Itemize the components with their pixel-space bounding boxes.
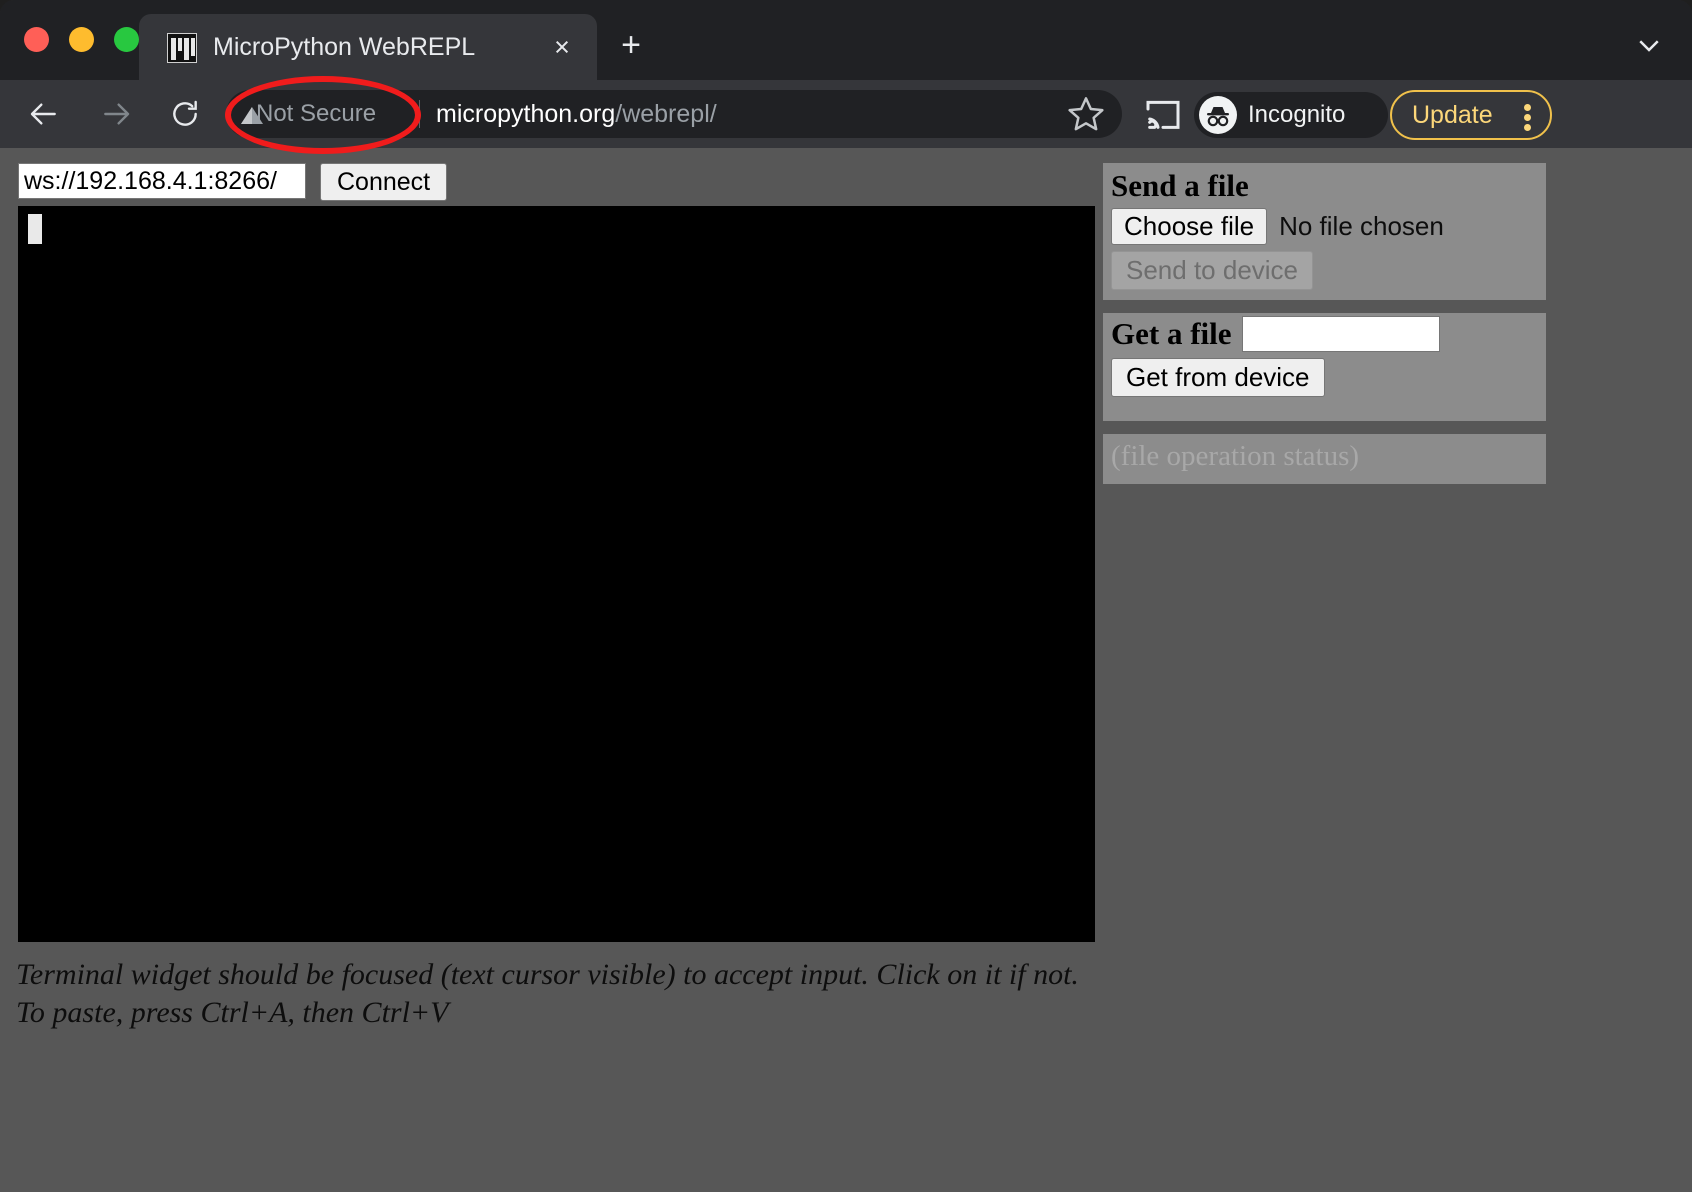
profile-label: Incognito [1248, 101, 1346, 128]
url-display[interactable]: micropython.org/webrepl/ [436, 90, 717, 138]
send-file-heading: Send a file [1111, 168, 1249, 203]
three-dot-menu-icon[interactable] [1524, 104, 1532, 131]
star-icon[interactable] [1066, 94, 1106, 134]
forward-arrow-icon[interactable] [94, 92, 138, 136]
connect-button[interactable]: Connect [320, 163, 448, 201]
connection-bar: Connect [18, 163, 448, 201]
websocket-url-input[interactable] [18, 163, 306, 199]
incognito-profile-chip[interactable]: Incognito [1194, 92, 1388, 138]
file-operation-status-text: (file operation status) [1111, 440, 1360, 472]
maximize-window-button[interactable] [114, 27, 139, 52]
close-window-button[interactable] [24, 27, 49, 52]
update-button[interactable]: Update [1390, 90, 1552, 140]
help-line-1: Terminal widget should be focused (text … [16, 958, 1079, 991]
get-from-device-button[interactable]: Get from device [1111, 358, 1325, 397]
terminal-cursor [28, 214, 42, 244]
omnibox-divider [419, 100, 420, 128]
send-to-device-button[interactable]: Send to device [1111, 251, 1314, 290]
close-tab-icon[interactable]: × [547, 32, 577, 62]
security-status-label[interactable]: Not Secure [256, 90, 376, 138]
window-traffic-lights [24, 27, 139, 52]
terminal-help-text: Terminal widget should be focused (text … [16, 956, 1216, 1032]
reload-icon[interactable] [163, 92, 207, 136]
file-operation-status-panel: (file operation status) [1103, 434, 1546, 484]
new-tab-button[interactable]: + [612, 26, 650, 64]
get-file-panel: Get a file Get from device [1103, 313, 1546, 421]
browser-toolbar: Not Secure micropython.org/webrepl/ Inco… [0, 80, 1692, 148]
micropython-logo-icon [167, 33, 197, 63]
minimize-window-button[interactable] [69, 27, 94, 52]
chosen-file-status: No file chosen [1279, 211, 1444, 241]
cast-icon[interactable] [1143, 95, 1183, 133]
tab-title: MicroPython WebREPL [213, 33, 476, 61]
file-chooser-row: Choose file No file chosen [1103, 206, 1546, 245]
get-filename-input[interactable] [1241, 316, 1440, 352]
page-viewport: Connect Terminal widget should be focuse… [0, 148, 1692, 1192]
terminal-widget[interactable] [18, 206, 1095, 942]
choose-file-button[interactable]: Choose file [1111, 208, 1268, 245]
send-file-panel: Send a file Choose file No file chosen S… [1103, 163, 1546, 300]
browser-window: MicroPython WebREPL × + Not Secure micro… [0, 0, 1692, 1192]
url-path: /webrepl/ [615, 100, 717, 128]
address-bar[interactable]: Not Secure micropython.org/webrepl/ [226, 90, 1122, 138]
get-file-row: Get a file [1103, 313, 1546, 352]
url-host: micropython.org [436, 100, 616, 128]
update-label: Update [1412, 101, 1493, 129]
chevron-down-icon[interactable] [1634, 30, 1664, 60]
incognito-hat-glasses-icon [1199, 96, 1237, 134]
browser-tab-micropython-webrepl[interactable]: MicroPython WebREPL × [139, 14, 597, 80]
back-arrow-icon[interactable] [22, 92, 66, 136]
help-line-2: To paste, press Ctrl+A, then Ctrl+V [16, 996, 449, 1029]
tab-strip: MicroPython WebREPL × + [0, 0, 1692, 80]
get-file-heading: Get a file [1111, 316, 1232, 351]
